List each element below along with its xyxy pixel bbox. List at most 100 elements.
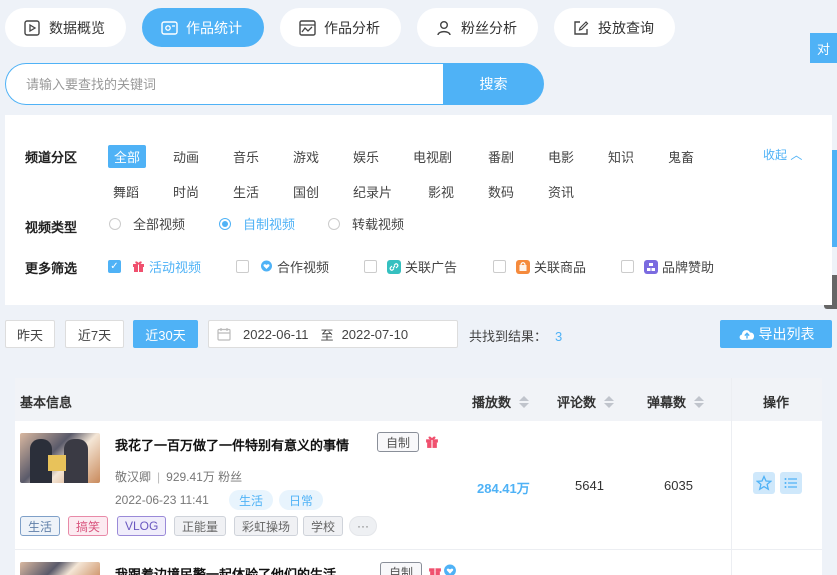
play-count: 284.41万 <box>477 481 530 496</box>
channel-item[interactable]: 番剧 <box>488 147 514 166</box>
author-fans: 929.41万 粉丝 <box>166 470 243 484</box>
author-name[interactable]: 敬汉卿 <box>115 470 151 484</box>
tab-works-stats[interactable]: 作品统计 <box>142 8 264 47</box>
play-square-icon <box>23 19 41 37</box>
star-icon[interactable] <box>753 472 775 494</box>
radio-label: 自制视频 <box>243 217 296 232</box>
header-plays[interactable]: 播放数 <box>472 392 530 411</box>
radio-repost-videos[interactable]: 转载视频 <box>328 214 404 233</box>
tab-delivery-query[interactable]: 投放查询 <box>554 8 675 47</box>
channel-item[interactable]: 娱乐 <box>353 147 379 166</box>
more-filters-label: 更多筛选 <box>25 261 78 276</box>
header-danmaku[interactable]: 弹幕数 <box>647 392 705 411</box>
collapse-label: 收起 <box>763 148 788 162</box>
category-pill[interactable]: 生活 <box>229 490 274 510</box>
radio-label: 转载视频 <box>352 217 405 232</box>
checkbox-label: 合作视频 <box>277 260 330 275</box>
checkbox-linked-ads[interactable]: 关联广告 <box>364 257 457 276</box>
header-label: 播放数 <box>472 395 512 410</box>
radio-all-videos[interactable]: 全部视频 <box>109 214 185 233</box>
checkbox-activity-video[interactable]: ✓ 活动视频 <box>108 257 201 276</box>
video-title[interactable]: 我花了一百万做了一件特别有意义的事情 <box>115 435 349 454</box>
list-icon[interactable] <box>780 472 802 494</box>
channel-item[interactable]: 数码 <box>488 182 514 201</box>
tab-works-analysis[interactable]: 作品分析 <box>280 8 401 47</box>
channel-item[interactable]: 动画 <box>173 147 199 166</box>
link-icon <box>387 259 401 274</box>
heart-bubble-icon <box>259 260 273 274</box>
category-pill[interactable]: 日常 <box>279 490 324 510</box>
gift-icon <box>426 436 438 448</box>
checkbox-label: 关联广告 <box>405 260 458 275</box>
tab-fans-analysis[interactable]: 粉丝分析 <box>417 8 538 47</box>
header-label: 弹幕数 <box>647 395 687 410</box>
channel-label: 频道分区 <box>25 150 78 165</box>
date-range-picker[interactable]: 2022-06-11 至 2022-07-10 <box>208 320 458 348</box>
sort-icon <box>519 395 530 408</box>
radio-label: 全部视频 <box>133 217 186 232</box>
shopping-bag-icon <box>516 259 530 274</box>
video-title[interactable]: 我跟着边境民警一起体验了他们的生活 <box>115 564 336 575</box>
channel-item[interactable]: 生活 <box>233 182 259 201</box>
checkbox-box <box>493 260 506 273</box>
checkbox-linked-products[interactable]: 关联商品 <box>493 257 586 276</box>
channel-item[interactable]: 电影 <box>548 147 574 166</box>
channel-item[interactable]: 游戏 <box>293 147 319 166</box>
collapse-toggle[interactable]: 收起 ︿ <box>763 146 802 163</box>
video-thumbnail[interactable] <box>20 562 100 575</box>
original-badge: 自制 <box>377 432 420 452</box>
channel-item[interactable]: 鬼畜 <box>668 147 694 166</box>
header-comments[interactable]: 评论数 <box>557 392 615 411</box>
tab-data-overview[interactable]: 数据概览 <box>5 8 126 47</box>
video-tag[interactable]: VLOG <box>117 516 167 536</box>
channel-item[interactable]: 纪录片 <box>353 182 392 201</box>
operations-column <box>731 378 822 575</box>
channel-item[interactable]: 电视剧 <box>413 147 452 166</box>
chart-window-icon <box>298 19 316 37</box>
checkbox-cooperation-video[interactable]: 合作视频 <box>236 257 329 276</box>
channel-item[interactable]: 全部 <box>108 145 147 168</box>
author-meta: 敬汉卿 | 929.41万 粉丝 <box>115 470 243 484</box>
cloud-upload-icon <box>739 330 754 340</box>
search-button[interactable]: 搜索 <box>443 63 544 105</box>
tab-label: 数据概览 <box>49 19 105 36</box>
video-camera-icon <box>160 19 178 37</box>
video-tag[interactable]: 搞笑 <box>68 516 109 536</box>
export-label: 导出列表 <box>758 326 815 342</box>
tab-label: 作品统计 <box>186 19 242 36</box>
tab-label: 作品分析 <box>324 19 380 36</box>
channel-item[interactable]: 舞蹈 <box>113 182 139 201</box>
channel-item[interactable]: 时尚 <box>173 182 199 201</box>
channel-item[interactable]: 音乐 <box>233 147 259 166</box>
radio-original-videos[interactable]: 自制视频 <box>219 214 295 233</box>
checkbox-box <box>621 260 634 273</box>
sort-icon <box>604 395 615 408</box>
table-header: 基本信息 播放数 评论数 弹幕数 操作 <box>15 378 822 421</box>
video-tag[interactable]: 学校 <box>303 516 344 536</box>
sort-icon <box>694 395 705 408</box>
table-row: 我花了一百万做了一件特别有意义的事情 自制 敬汉卿 | 929.41万 粉丝 202… <box>15 421 731 549</box>
date-7days-button[interactable]: 近7天 <box>65 320 124 348</box>
video-tag[interactable]: 正能量 <box>174 516 227 536</box>
chevron-up-icon: ︿ <box>790 148 803 162</box>
video-tag[interactable]: 生活 <box>20 516 61 536</box>
checkbox-brand-sponsor[interactable]: 品牌赞助 <box>621 257 714 276</box>
edge-floating-button[interactable]: 对 <box>810 33 837 63</box>
channel-item[interactable]: 资讯 <box>548 182 574 201</box>
result-label: 共找到结果： <box>469 329 548 344</box>
channel-item[interactable]: 影视 <box>428 182 454 201</box>
more-tags[interactable]: ··· <box>349 516 377 536</box>
video-tag[interactable]: 彩虹操场 <box>234 516 299 536</box>
result-count: 3 <box>555 329 563 344</box>
header-label: 评论数 <box>557 395 597 410</box>
export-list-button[interactable]: 导出列表 <box>720 320 832 348</box>
channel-item[interactable]: 知识 <box>608 147 634 166</box>
channel-item[interactable]: 国创 <box>293 182 319 201</box>
publish-date: 2022-06-23 11:41 <box>115 493 209 507</box>
date-yesterday-button[interactable]: 昨天 <box>5 320 55 348</box>
search-input[interactable] <box>5 63 443 105</box>
radio-dot <box>219 217 231 230</box>
top-tabs: 数据概览 作品统计 作品分析 粉丝分析 投放查询 <box>5 8 675 47</box>
video-thumbnail[interactable] <box>20 433 100 483</box>
date-30days-button[interactable]: 近30天 <box>133 320 198 348</box>
